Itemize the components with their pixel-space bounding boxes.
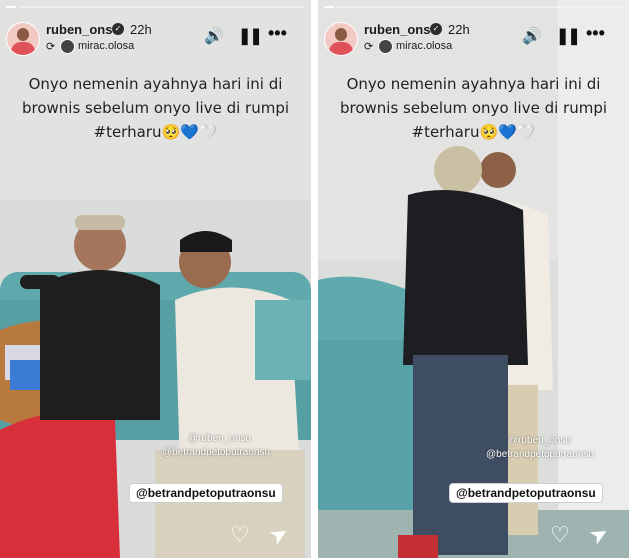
music-username[interactable]: mirac.olosa <box>396 40 452 52</box>
story-progress-bar <box>6 6 305 8</box>
progress-segment <box>324 6 334 8</box>
pause-icon[interactable]: ❚❚ <box>556 26 581 46</box>
caption-line: Onyo nemenin ayahnya hari ini di <box>28 75 283 93</box>
repost-icon: ⟳ <box>46 41 56 53</box>
story-header: ruben_onsu ✓ 22h ⟳ mirac.olosa 🔊 ❚❚ ••• <box>324 20 623 56</box>
caption-line: brownis sebelum onyo live di rumpi <box>339 99 608 117</box>
username[interactable]: ruben_onsu <box>364 22 438 37</box>
mention-sticker-small[interactable]: @betrandpetoputraonsu <box>486 448 594 461</box>
story-progress-bar <box>324 6 623 8</box>
caption-line: #terharu🥺💙🤍 <box>93 123 218 141</box>
mention-tag[interactable]: @betrandpetoputraonsu <box>130 484 282 502</box>
music-user-avatar <box>378 39 393 54</box>
repost-icon: ⟳ <box>364 41 374 53</box>
post-time: 22h <box>130 22 152 37</box>
sound-icon[interactable]: 🔊 <box>522 26 542 46</box>
progress-segment <box>19 6 305 8</box>
story-header: ruben_onsu ✓ 22h ⟳ mirac.olosa 🔊 ❚❚ ••• <box>6 20 305 56</box>
mention-sticker-small[interactable]: @betrandpetoputraonsu <box>162 446 270 459</box>
post-time: 22h <box>448 22 470 37</box>
progress-segment <box>6 6 16 8</box>
story-caption: Onyo nemenin ayahnya hari ini di brownis… <box>0 72 311 144</box>
sound-icon[interactable]: 🔊 <box>204 26 224 46</box>
progress-segment <box>337 6 623 8</box>
mention-sticker-small[interactable]: @ruben_onsu <box>188 432 251 445</box>
story-panel-left[interactable]: ruben_onsu ✓ 22h ⟳ mirac.olosa 🔊 ❚❚ ••• … <box>0 0 311 558</box>
caption-line: Onyo nemenin ayahnya hari ini di <box>346 75 601 93</box>
more-options-icon[interactable]: ••• <box>586 23 605 44</box>
pause-icon[interactable]: ❚❚ <box>238 26 263 46</box>
user-avatar[interactable] <box>6 22 40 56</box>
like-heart-icon[interactable]: ♡ <box>550 522 570 548</box>
more-options-icon[interactable]: ••• <box>268 23 287 44</box>
verified-badge-icon: ✓ <box>112 23 124 35</box>
username[interactable]: ruben_onsu <box>46 22 120 37</box>
like-heart-icon[interactable]: ♡ <box>230 522 250 548</box>
verified-badge-icon: ✓ <box>430 23 442 35</box>
caption-line: brownis sebelum onyo live di rumpi <box>21 99 290 117</box>
story-caption: Onyo nemenin ayahnya hari ini di brownis… <box>318 72 629 144</box>
music-user-avatar <box>60 39 75 54</box>
story-panel-right[interactable]: ruben_onsu ✓ 22h ⟳ mirac.olosa 🔊 ❚❚ ••• … <box>318 0 629 558</box>
music-username[interactable]: mirac.olosa <box>78 40 134 52</box>
mention-sticker-small[interactable]: @ruben_onsu <box>508 434 571 447</box>
mention-tag[interactable]: @betrandpetoputraonsu <box>450 484 602 502</box>
user-avatar[interactable] <box>324 22 358 56</box>
caption-line: #terharu🥺💙🤍 <box>411 123 536 141</box>
